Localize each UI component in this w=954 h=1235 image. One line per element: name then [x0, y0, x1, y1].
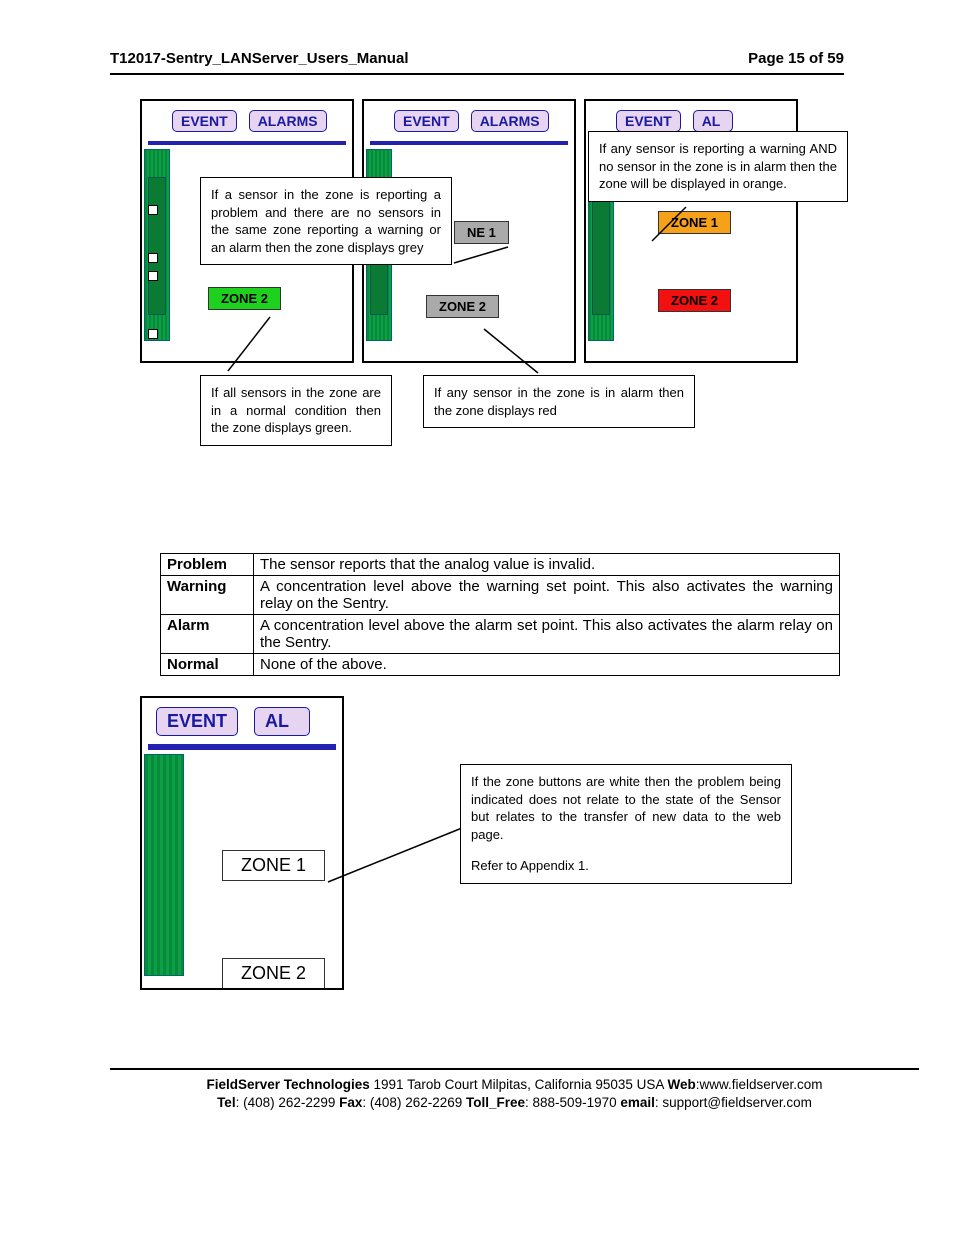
event-button[interactable]: EVENT — [616, 110, 681, 132]
table-row: Warning A concentration level above the … — [161, 576, 840, 615]
callout-red: If any sensor in the zone is in alarm th… — [423, 375, 695, 428]
page-header: T12017-Sentry_LANServer_Users_Manual Pag… — [110, 50, 844, 75]
zone1-button-white[interactable]: ZONE 1 — [222, 850, 325, 881]
def-val: The sensor reports that the analog value… — [254, 554, 840, 576]
page-footer: FieldServer Technologies 1991 Tarob Cour… — [110, 1076, 919, 1112]
zone2-button-white[interactable]: ZONE 2 — [222, 958, 325, 989]
definitions-table: Problem The sensor reports that the anal… — [160, 553, 840, 676]
event-button[interactable]: EVENT — [172, 110, 237, 132]
def-val: A concentration level above the alarm se… — [254, 615, 840, 654]
def-key: Alarm — [161, 615, 254, 654]
callout-green: If all sensors in the zone are in a norm… — [200, 375, 392, 446]
def-val: A concentration level above the warning … — [254, 576, 840, 615]
zone1-button-grey-partial[interactable]: NE 1 — [454, 221, 509, 244]
alarms-button[interactable]: ALARMS — [249, 110, 327, 132]
alarms-button-cut[interactable]: AL — [693, 110, 733, 132]
table-row: Alarm A concentration level above the al… — [161, 615, 840, 654]
callout-orange: If any sensor is reporting a warning AND… — [588, 131, 848, 202]
alarms-button[interactable]: ALARMS — [471, 110, 549, 132]
zone2-button-green[interactable]: ZONE 2 — [208, 287, 281, 310]
doc-title: T12017-Sentry_LANServer_Users_Manual — [110, 50, 408, 67]
callout-white: If the zone buttons are white then the p… — [460, 764, 792, 884]
alarms-button-cut[interactable]: AL — [254, 707, 310, 736]
panel-white: EVENT AL ZONE 1 ZONE 2 — [140, 696, 344, 990]
event-button[interactable]: EVENT — [156, 707, 238, 736]
zone2-button-red[interactable]: ZONE 2 — [658, 289, 731, 312]
zone2-button-grey[interactable]: ZONE 2 — [426, 295, 499, 318]
example-panels-row: EVENT ALARMS ZONE 2 EVENT AL — [140, 99, 854, 363]
def-key: Problem — [161, 554, 254, 576]
def-key: Warning — [161, 576, 254, 615]
def-key: Normal — [161, 654, 254, 676]
table-row: Normal None of the above. — [161, 654, 840, 676]
def-val: None of the above. — [254, 654, 840, 676]
event-button[interactable]: EVENT — [394, 110, 459, 132]
callout-grey: If a sensor in the zone is reporting a p… — [200, 177, 452, 265]
zone1-button-orange[interactable]: ZONE 1 — [658, 211, 731, 234]
table-row: Problem The sensor reports that the anal… — [161, 554, 840, 576]
page-number: Page 15 of 59 — [748, 50, 844, 67]
